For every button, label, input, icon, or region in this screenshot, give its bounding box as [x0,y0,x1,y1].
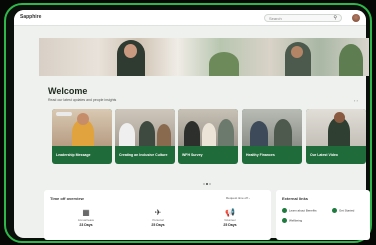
page-subtitle: Read our latest updates and people insig… [48,98,117,102]
hero-plant [339,44,363,76]
stat-label: Annual leave [77,218,95,222]
link-label: Get Started [339,208,355,213]
search-icon[interactable]: ⚲ [333,15,337,21]
search-input[interactable]: Search ⚲ [264,14,342,22]
card-label: Creating an Inclusive Culture [119,153,168,157]
card-image [52,109,112,146]
link-icon [332,208,337,213]
link-label: Wellbeing [289,218,303,223]
link-icon [282,218,287,223]
external-link[interactable]: Get Started [332,208,354,213]
time-off-stat: 📢 Volunteer 25 Days [210,208,250,227]
avatar[interactable] [352,14,360,22]
carousel-dot[interactable] [203,183,205,185]
stat-value: 25 Days [151,223,165,227]
card-image [115,109,175,146]
time-off-panel: Time off overview Request time off › ▦ A… [44,190,271,240]
panel-title: External links [282,196,309,201]
panel-title: Time off overview [50,196,84,201]
time-off-stat: ▦ Annual leave 23 Days [66,208,106,227]
carousel-dot[interactable] [209,183,211,185]
news-card[interactable]: Leadership Message [52,109,112,164]
hero-plant [209,52,239,76]
calendar-icon: ▦ [82,208,90,217]
time-off-stat: ✈ Personal 25 Days [138,208,178,227]
card-label: Leadership Message [56,153,91,157]
link-label: Learn about Benefits [289,208,317,213]
external-links-panel: External links Learn about Benefits Get … [276,190,370,240]
stat-value: 23 Days [79,223,93,227]
news-card[interactable]: Healthy Finances [242,109,302,164]
hero-person-face [291,46,303,58]
top-bar: Sapphire Search ⚲ [14,10,366,26]
news-card[interactable]: Creating an Inclusive Culture [115,109,175,164]
stat-value: 25 Days [223,223,237,227]
plane-icon: ✈ [154,208,162,217]
hero-person-face [124,44,137,58]
news-card[interactable]: Our Latest Video [306,109,366,164]
card-label: Our Latest Video [310,153,338,157]
page-title: Welcome [48,86,88,96]
link-icon [282,208,287,213]
external-link[interactable]: Learn about Benefits [282,208,317,213]
card-image [242,109,302,146]
megaphone-icon: 📢 [225,208,235,217]
stat-label: Volunteer [224,218,236,222]
carousel-dot-active[interactable] [206,183,208,185]
news-card[interactable]: WFH Survey [178,109,238,164]
external-link[interactable]: Wellbeing [282,218,302,223]
stat-label: Personal [152,218,164,222]
request-time-off-link[interactable]: Request time off › [226,196,250,200]
pinned-badge [56,112,72,116]
search-placeholder: Search [269,16,282,21]
card-label: WFH Survey [182,153,203,157]
card-image [306,109,366,146]
carousel-arrows[interactable]: ‹ › [354,98,358,103]
hero-banner [39,38,369,76]
carousel-dots [203,172,212,190]
card-image [178,109,238,146]
card-label: Healthy Finances [246,153,275,157]
app-logo[interactable]: Sapphire [20,14,41,20]
